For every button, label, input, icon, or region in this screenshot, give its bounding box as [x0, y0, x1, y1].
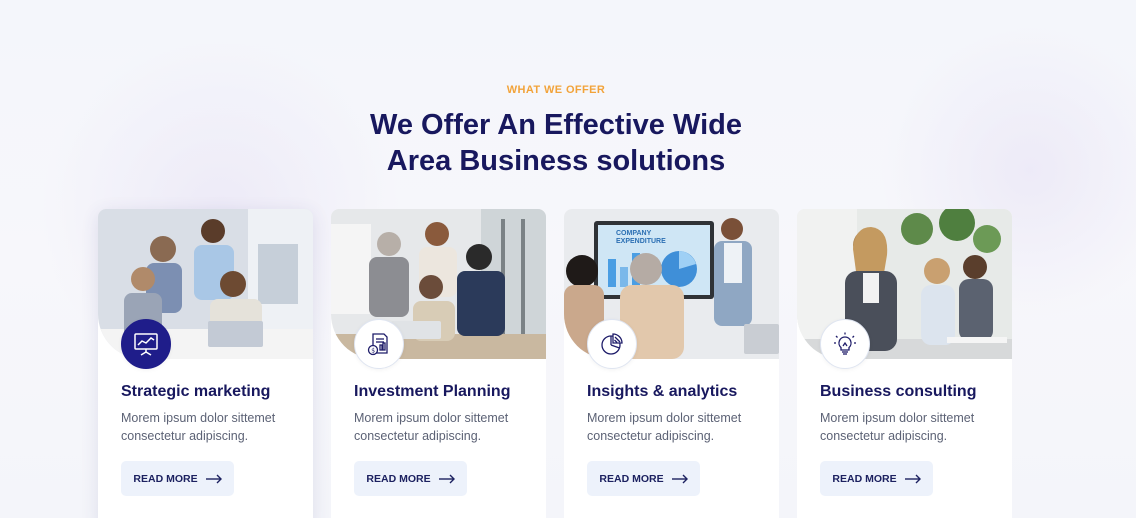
arrow-right-icon: [671, 474, 688, 483]
arrow-right-icon: [205, 474, 222, 483]
card-desc-line-1: Morem ipsum dolor sittemet: [587, 411, 742, 425]
card-desc-line-1: Morem ipsum dolor sittemet: [354, 411, 509, 425]
card-desc-line-2: consectetur adipiscing.: [121, 429, 249, 443]
section-heading: We Offer An Effective Wide Area Business…: [0, 107, 1112, 179]
service-card-investment-planning[interactable]: $ Investment Planning Morem ipsum dolor …: [331, 209, 546, 518]
card-description: Morem ipsum dolor sittemet consectetur a…: [587, 409, 767, 445]
card-desc-line-2: consectetur adipiscing.: [587, 429, 715, 443]
heading-line-1: We Offer An Effective Wide: [370, 109, 742, 141]
card-desc-line-2: consectetur adipiscing.: [820, 429, 948, 443]
card-desc-line-1: Morem ipsum dolor sittemet: [121, 411, 276, 425]
card-desc-line-1: Morem ipsum dolor sittemet: [820, 411, 975, 425]
screen-text-company: COMPANY: [616, 230, 652, 237]
service-card-business-consulting[interactable]: Business consulting Morem ipsum dolor si…: [797, 209, 1012, 518]
read-more-label: READ MORE: [599, 472, 664, 485]
read-more-button[interactable]: READ MORE: [354, 461, 467, 496]
card-title: Insights & analytics: [587, 383, 738, 400]
card-description: Morem ipsum dolor sittemet consectetur a…: [121, 409, 301, 445]
pie-chart-icon: [587, 319, 637, 369]
read-more-button[interactable]: READ MORE: [820, 461, 933, 496]
services-section: WHAT WE OFFER We Offer An Effective Wide…: [0, 0, 1136, 518]
card-title: Business consulting: [820, 383, 977, 400]
read-more-label: READ MORE: [366, 472, 431, 485]
service-card-insights-analytics[interactable]: COMPANY EXPENDITURE Insights & analytics…: [564, 209, 779, 518]
screen-text-expenditure: EXPENDITURE: [616, 238, 666, 245]
card-title: Strategic marketing: [121, 383, 271, 400]
read-more-button[interactable]: READ MORE: [121, 461, 234, 496]
heading-line-2: Area Business solutions: [386, 145, 726, 177]
arrow-right-icon: [438, 474, 455, 483]
card-title: Investment Planning: [354, 383, 511, 400]
arrow-right-icon: [904, 474, 921, 483]
investment-document-icon: $: [354, 319, 404, 369]
presentation-chart-icon: [121, 319, 171, 369]
svg-text:$: $: [371, 348, 375, 355]
card-description: Morem ipsum dolor sittemet consectetur a…: [820, 409, 1000, 445]
card-desc-line-2: consectetur adipiscing.: [354, 429, 482, 443]
read-more-button[interactable]: READ MORE: [587, 461, 700, 496]
read-more-label: READ MORE: [133, 472, 198, 485]
read-more-label: READ MORE: [832, 472, 897, 485]
service-card-strategic-marketing[interactable]: Strategic marketing Morem ipsum dolor si…: [98, 209, 313, 518]
section-eyebrow: WHAT WE OFFER: [506, 84, 606, 96]
service-cards: Strategic marketing Morem ipsum dolor si…: [98, 209, 1012, 518]
card-description: Morem ipsum dolor sittemet consectetur a…: [354, 409, 534, 445]
lightbulb-icon: [820, 319, 870, 369]
